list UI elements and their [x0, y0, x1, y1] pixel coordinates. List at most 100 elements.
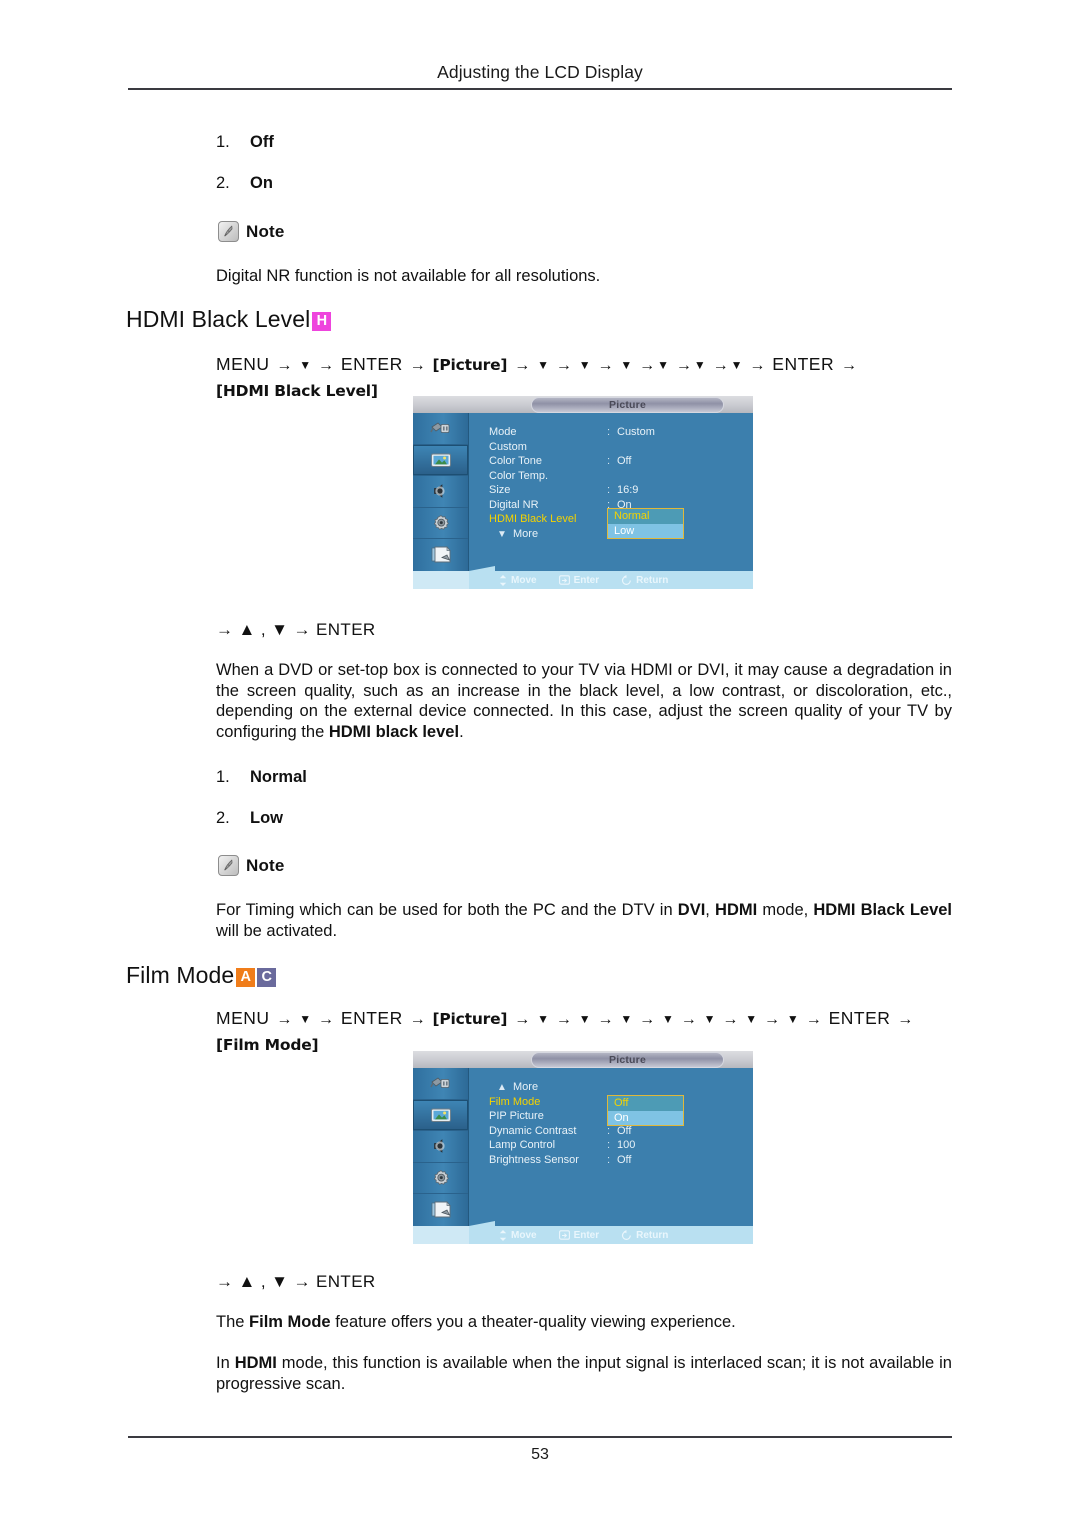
osd-row-label: Color Temp. [489, 469, 549, 482]
menu-path-enter: ENTER [340, 354, 403, 374]
hdmi-black-level-description: When a DVD or set-top box is connected t… [216, 661, 952, 741]
chevron-down-icon: ▼ [497, 528, 507, 540]
osd-row-value: 100 [617, 1139, 636, 1151]
osd-sidebar-item-setup[interactable] [413, 1163, 468, 1194]
osd-hint-enter: Enter [558, 574, 600, 586]
osd-sidebar-item-multi-control[interactable] [413, 1194, 468, 1226]
return-icon [621, 574, 632, 586]
arrow-down-icon: ▼ [537, 1012, 549, 1026]
inline-bold-film-mode: Film Mode [249, 1313, 331, 1331]
osd-row-label: Film Mode [489, 1095, 541, 1108]
inline-bold-hdmi-3: HDMI [234, 1354, 277, 1372]
keys-line-text: → ▲ , ▼ → ENTER [216, 1272, 376, 1291]
menu-path-target: [HDMI Black Level] [216, 382, 378, 400]
list-item-number: 2. [216, 809, 230, 827]
arrow-right-icon: → [805, 1011, 822, 1028]
film-mode-description-2: In HDMI mode, this function is available… [216, 1354, 952, 1393]
osd-row-label: Mode [489, 426, 517, 438]
inline-bold-hdmi-black-level: HDMI black level [328, 722, 460, 741]
list-item: 2. Low [216, 809, 283, 828]
keys-line-text: → ▲ , ▼ → ENTER [216, 620, 376, 639]
arrow-right-icon: → [514, 1011, 531, 1028]
osd-title-capsule: Picture [531, 397, 724, 413]
osd-row[interactable]: Color Temp. [489, 470, 739, 485]
osd-sidebar-item-input[interactable] [413, 413, 468, 445]
page-header-title: Adjusting the LCD Display [437, 62, 643, 82]
badge-a: A [236, 968, 256, 987]
arrow-down-icon: ▼ [578, 358, 591, 372]
osd-row-colon: : [607, 1139, 611, 1151]
page-number: 53 [531, 1446, 549, 1463]
arrow-down-icon: ▼ [703, 1012, 716, 1026]
footer-divider [128, 1436, 952, 1438]
osd-hint-label: Move [511, 1229, 537, 1241]
arrow-right-icon: → [318, 357, 335, 374]
osd-sidebar-item-picture[interactable] [413, 444, 468, 476]
arrow-down-icon: ▼ [578, 1012, 591, 1026]
keys-line-hdmi-black-level: → ▲ , ▼ → ENTER [216, 620, 376, 640]
osd-sidebar-item-input[interactable] [413, 1068, 468, 1100]
arrow-right-icon: → [555, 357, 572, 374]
osd-hint-label: Enter [573, 574, 600, 586]
osd-sidebar-item-setup[interactable] [413, 508, 468, 539]
osd-hint-move: Move [499, 574, 537, 586]
osd-row[interactable]: Color Tone : Off [489, 455, 739, 470]
arrow-right-icon: → [675, 357, 692, 374]
inline-bold-hdmi: HDMI [715, 901, 758, 919]
list-item-number: 1. [216, 768, 230, 786]
osd-row[interactable]: Mode : Custom [489, 426, 739, 441]
osd-dropdown-option-selected[interactable]: Off [608, 1096, 683, 1111]
list-item-label: Low [250, 809, 283, 827]
arrow-right-icon: → [712, 357, 729, 374]
sound-speaker-icon [431, 1137, 451, 1155]
osd-sidebar-item-picture[interactable] [413, 1099, 468, 1131]
arrow-right-icon: → [639, 1011, 656, 1028]
osd-row[interactable]: Size : 16:9 [489, 484, 739, 499]
multi-control-icon [429, 1200, 453, 1219]
manual-page: Adjusting the LCD Display 1. Off 2. On Not… [0, 0, 1080, 1527]
osd-dropdown-film-mode[interactable]: Off On [607, 1095, 684, 1126]
section-heading-text: Film Mode [126, 962, 235, 988]
osd-sidebar-item-sound[interactable] [413, 1131, 468, 1163]
badge-h: H [312, 312, 332, 331]
osd-row-value: 16:9 [617, 484, 639, 496]
osd-row-colon: : [607, 484, 611, 496]
osd-sidebar-item-sound[interactable] [413, 476, 468, 508]
osd-dropdown-option-selected[interactable]: Normal [608, 509, 683, 524]
arrow-down-icon: ▼ [299, 1012, 312, 1026]
move-icon [499, 574, 507, 586]
arrow-right-icon: → [276, 357, 293, 374]
film-mode-description-1: The Film Mode feature offers you a theat… [216, 1313, 736, 1331]
osd-sidebar-item-multi-control[interactable] [413, 539, 468, 571]
osd-row[interactable]: Custom [489, 441, 739, 456]
osd-screenshot-hdmi-black-level: Picture Mode: Custom Custom Color Tone … [413, 396, 753, 589]
osd-dropdown-option[interactable]: Low [608, 523, 683, 538]
arrow-right-icon: → [409, 1011, 426, 1028]
osd-dropdown-hdmi-black-level[interactable]: Normal Low [607, 508, 684, 539]
picture-icon [429, 451, 453, 469]
osd-row-label: Custom [489, 440, 527, 453]
menu-path-enter: ENTER [772, 354, 835, 374]
osd-screenshot-film-mode: Picture ▲ More Film Mode PIP Picture Dyn… [413, 1051, 753, 1244]
multi-control-icon [429, 545, 453, 564]
arrow-right-icon: → [597, 1011, 614, 1028]
note-pen-icon [218, 221, 239, 242]
osd-row-label: Lamp Control [489, 1139, 556, 1151]
arrow-down-icon: ▼ [537, 358, 549, 372]
osd-dropdown-option[interactable]: On [608, 1110, 683, 1125]
osd-row-more[interactable]: ▲ More [489, 1081, 739, 1096]
arrow-right-icon: → [639, 357, 656, 374]
osd-row[interactable]: Brightness Sensor : Off [489, 1154, 739, 1169]
setup-gear-icon [430, 1169, 452, 1187]
osd-row[interactable]: Dynamic Contrast : Off [489, 1125, 739, 1140]
list-item: 2. On [216, 174, 273, 193]
osd-hint-label: Enter [573, 1229, 600, 1241]
arrow-right-icon: → [514, 357, 531, 374]
arrow-down-icon: ▼ [786, 1012, 799, 1026]
arrow-right-icon: → [276, 1011, 293, 1028]
osd-title-capsule: Picture [531, 1052, 724, 1068]
osd-row[interactable]: Lamp Control : 100 [489, 1139, 739, 1154]
osd-sidebar [413, 413, 469, 571]
osd-row-colon: : [607, 1124, 611, 1137]
osd-row-colon: : [607, 455, 611, 467]
